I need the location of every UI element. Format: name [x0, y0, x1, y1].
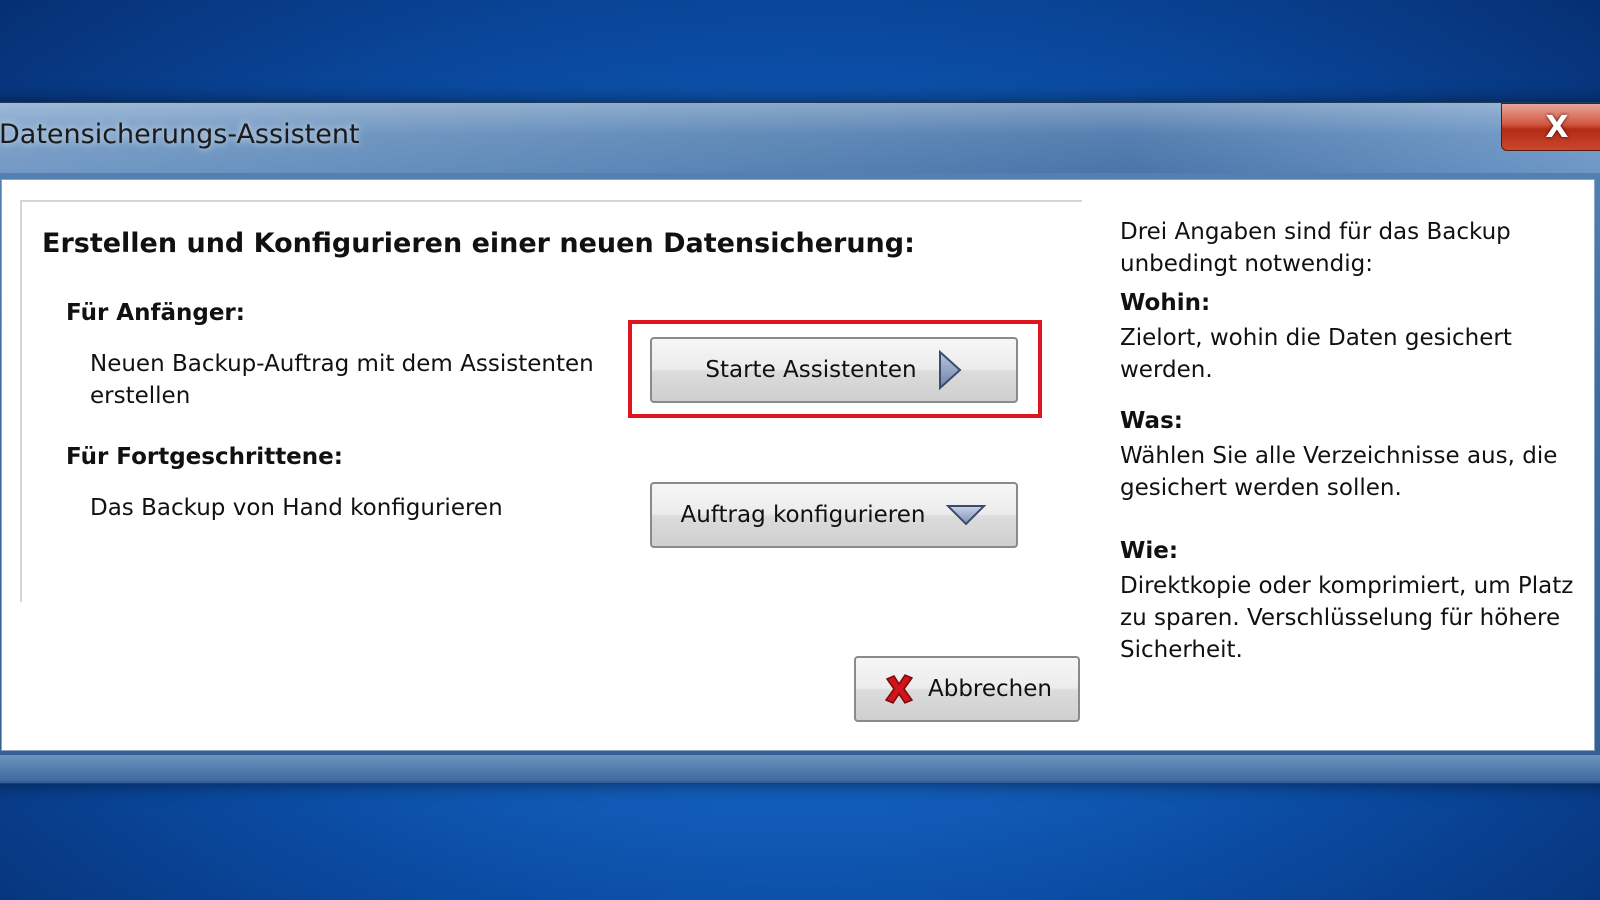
- advanced-label: Für Fortgeschrittene:: [66, 444, 343, 470]
- start-wizard-label: Starte Assistenten: [705, 357, 917, 383]
- info-panel: Drei Angaben sind für das Backup unbedin…: [1120, 216, 1580, 666]
- info-text-how: Direktkopie oder komprimiert, um Platz z…: [1120, 573, 1574, 663]
- advanced-description: Das Backup von Hand konfigurieren: [90, 495, 503, 521]
- close-button[interactable]: X: [1501, 103, 1600, 151]
- beginner-description: Neuen Backup-Auftrag mit dem Assistenten…: [90, 351, 594, 409]
- info-text-what: Wählen Sie alle Verzeichnisse aus, die g…: [1120, 443, 1558, 501]
- title-bar[interactable]: Datensicherungs-Assistent X: [0, 103, 1600, 173]
- dropdown-triangle-icon: [946, 505, 987, 526]
- cancel-button[interactable]: Abbrechen: [854, 656, 1080, 722]
- configure-job-button[interactable]: Auftrag konfigurieren: [650, 482, 1018, 548]
- info-intro: Drei Angaben sind für das Backup unbedin…: [1120, 219, 1511, 277]
- beginner-label: Für Anfänger:: [66, 300, 245, 326]
- cancel-label: Abbrechen: [928, 676, 1052, 702]
- info-heading-how: Wie:: [1120, 538, 1179, 564]
- start-wizard-button[interactable]: Starte Assistenten: [650, 337, 1018, 403]
- configure-job-label: Auftrag konfigurieren: [680, 502, 926, 528]
- dialog-content: Erstellen und Konfigurieren einer neuen …: [1, 179, 1595, 751]
- window-title: Datensicherungs-Assistent: [0, 119, 360, 150]
- info-heading-what: Was:: [1120, 408, 1183, 434]
- close-icon: X: [1545, 109, 1569, 145]
- page-title: Erstellen und Konfigurieren einer neuen …: [42, 228, 915, 259]
- window-bottom-frame: [0, 755, 1600, 781]
- wizard-window: Datensicherungs-Assistent X Erstellen un…: [0, 102, 1600, 784]
- info-heading-where: Wohin:: [1120, 290, 1211, 316]
- red-x-icon: [884, 674, 914, 704]
- info-text-where: Zielort, wohin die Daten gesichert werde…: [1120, 325, 1512, 383]
- play-arrow-icon: [938, 349, 962, 391]
